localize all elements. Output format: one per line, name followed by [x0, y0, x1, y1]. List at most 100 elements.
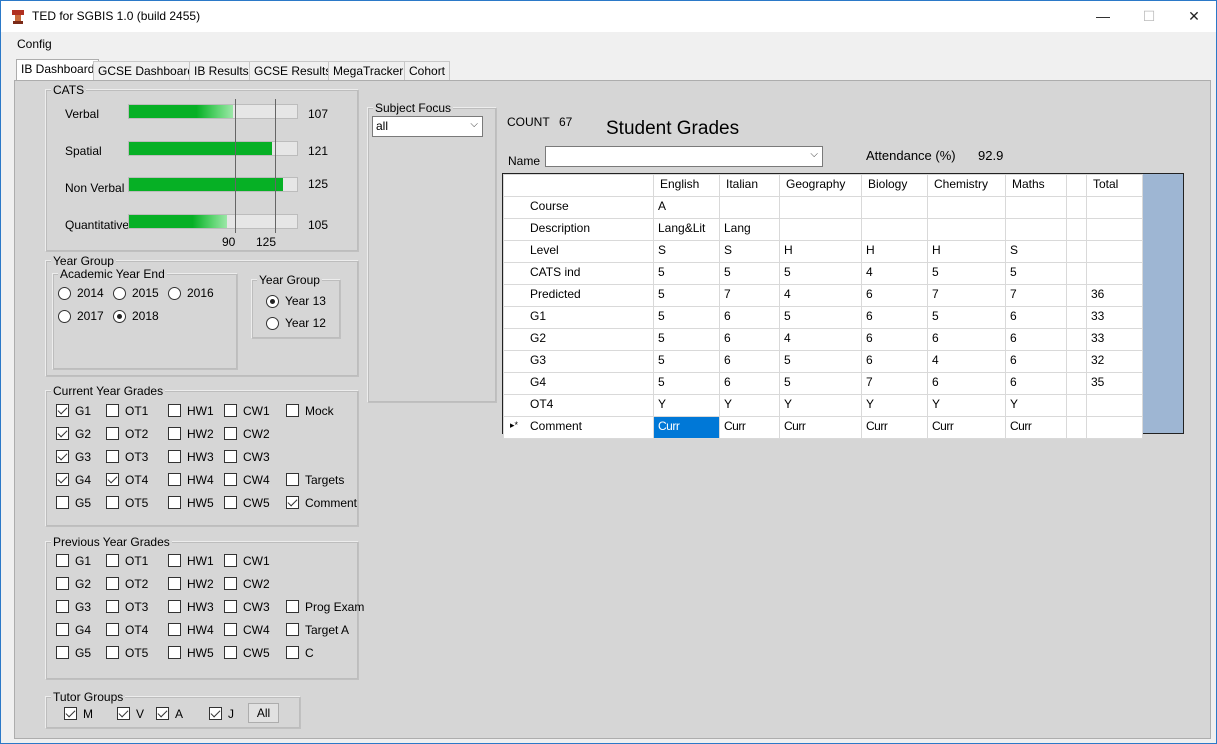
tutor-checkbox[interactable]: [117, 707, 130, 720]
grid-cell[interactable]: 32: [1086, 350, 1143, 373]
grid-cell[interactable]: 5: [719, 262, 780, 285]
grid-cell[interactable]: [1066, 394, 1087, 417]
grades-grid[interactable]: English Italian Geography Biology Chemistry M…: [503, 174, 1143, 439]
previous-grade-checkbox[interactable]: [106, 577, 119, 590]
previous-grade-checkbox[interactable]: [106, 623, 119, 636]
grid-cell[interactable]: 6: [861, 306, 928, 329]
table-row[interactable]: Course A: [503, 196, 1143, 219]
grid-cell[interactable]: 5: [779, 262, 862, 285]
current-grade-checkbox[interactable]: [106, 427, 119, 440]
current-grade-checkbox[interactable]: [56, 473, 69, 486]
table-row[interactable]: G3 5 6 5 6 4 6 32: [503, 350, 1143, 373]
previous-grade-checkbox[interactable]: [106, 646, 119, 659]
grid-cell[interactable]: H: [927, 240, 1006, 263]
table-row[interactable]: G4 5 6 5 7 6 6 35: [503, 372, 1143, 395]
grid-row-header-cell[interactable]: Level: [503, 240, 654, 263]
grid-cell[interactable]: [1086, 240, 1143, 263]
grid-cell[interactable]: Y: [779, 394, 862, 417]
grid-cell[interactable]: 36: [1086, 284, 1143, 307]
grid-cell[interactable]: Y: [719, 394, 780, 417]
grid-cell[interactable]: 5: [653, 262, 720, 285]
grid-row-header-cell[interactable]: G1: [503, 306, 654, 329]
grid-cell[interactable]: 7: [927, 284, 1006, 307]
grid-cell[interactable]: Y: [927, 394, 1006, 417]
year-radio[interactable]: [168, 287, 181, 300]
grid-cell[interactable]: 6: [719, 350, 780, 373]
previous-grade-checkbox[interactable]: [168, 600, 181, 613]
year-radio[interactable]: [113, 287, 126, 300]
title-bar[interactable]: TED for SGBIS 1.0 (build 2455) — ☐ ✕: [1, 1, 1216, 32]
current-grade-checkbox[interactable]: [224, 427, 237, 440]
grid-cell[interactable]: [927, 196, 1006, 219]
current-grade-checkbox[interactable]: [56, 496, 69, 509]
current-grade-checkbox[interactable]: [56, 450, 69, 463]
current-grade-checkbox[interactable]: [168, 450, 181, 463]
grid-cell[interactable]: 4: [927, 350, 1006, 373]
grid-cell[interactable]: H: [861, 240, 928, 263]
grid-cell[interactable]: Y: [653, 394, 720, 417]
grid-row-header-cell[interactable]: Course: [503, 196, 654, 219]
grid-cell[interactable]: 5: [927, 306, 1006, 329]
previous-grade-checkbox[interactable]: [56, 623, 69, 636]
current-grade-checkbox[interactable]: [56, 427, 69, 440]
table-row[interactable]: ▸* Comment Curr Curr Curr Curr Curr Curr: [503, 416, 1143, 439]
previous-grade-checkbox[interactable]: [286, 623, 299, 636]
grid-cell[interactable]: [1066, 196, 1087, 219]
current-grade-checkbox[interactable]: [106, 450, 119, 463]
grid-cell[interactable]: 5: [653, 306, 720, 329]
current-grade-checkbox[interactable]: [168, 404, 181, 417]
grid-row-header-cell[interactable]: Description: [503, 218, 654, 241]
grid-cell[interactable]: Y: [861, 394, 928, 417]
grid-cell[interactable]: 6: [719, 306, 780, 329]
grid-cell[interactable]: 5: [927, 262, 1006, 285]
table-row[interactable]: G2 5 6 4 6 6 6 33: [503, 328, 1143, 351]
grid-column-header[interactable]: Biology: [861, 174, 928, 197]
previous-grade-checkbox[interactable]: [286, 600, 299, 613]
grid-column-header[interactable]: English: [653, 174, 720, 197]
menu-config[interactable]: Config: [17, 37, 52, 51]
grid-cell[interactable]: 6: [861, 328, 928, 351]
grid-column-header[interactable]: Italian: [719, 174, 780, 197]
grid-cell[interactable]: 5: [1005, 262, 1067, 285]
grid-column-header[interactable]: Chemistry: [927, 174, 1006, 197]
previous-grade-checkbox[interactable]: [56, 646, 69, 659]
grid-cell[interactable]: [1066, 350, 1087, 373]
maximize-button[interactable]: ☐: [1126, 1, 1172, 31]
grid-cell[interactable]: 6: [1005, 306, 1067, 329]
grid-cell[interactable]: Curr: [927, 416, 1006, 439]
current-grade-checkbox[interactable]: [286, 496, 299, 509]
grid-cell[interactable]: 6: [861, 284, 928, 307]
current-grade-checkbox[interactable]: [168, 473, 181, 486]
previous-grade-checkbox[interactable]: [224, 554, 237, 567]
tab-ib-dashboard[interactable]: IB Dashboard: [16, 59, 100, 81]
year-level-radio[interactable]: [266, 295, 279, 308]
grid-cell[interactable]: 5: [653, 372, 720, 395]
current-grade-checkbox[interactable]: [286, 404, 299, 417]
grid-cell[interactable]: 35: [1086, 372, 1143, 395]
grid-cell[interactable]: S: [719, 240, 780, 263]
subject-focus-select[interactable]: all ⌵: [372, 116, 483, 137]
tab-cohort[interactable]: Cohort: [404, 61, 451, 80]
all-tutor-button[interactable]: All: [248, 703, 279, 723]
grid-cell[interactable]: 6: [927, 328, 1006, 351]
grid-row-header-cell[interactable]: CATS ind: [503, 262, 654, 285]
grid-cell[interactable]: 5: [653, 328, 720, 351]
grid-cell[interactable]: [927, 218, 1006, 241]
current-grade-checkbox[interactable]: [168, 496, 181, 509]
grid-cell[interactable]: [1066, 416, 1087, 439]
table-row[interactable]: CATS ind 5 5 5 4 5 5: [503, 262, 1143, 285]
grid-cell[interactable]: [1086, 262, 1143, 285]
previous-grade-checkbox[interactable]: [286, 646, 299, 659]
grid-cell[interactable]: S: [653, 240, 720, 263]
tutor-checkbox[interactable]: [64, 707, 77, 720]
grid-cell[interactable]: 5: [653, 350, 720, 373]
grid-cell[interactable]: [1066, 240, 1087, 263]
grid-cell[interactable]: 7: [719, 284, 780, 307]
table-row[interactable]: Level S S H H H S: [503, 240, 1143, 263]
minimize-button[interactable]: —: [1080, 1, 1126, 31]
year-radio[interactable]: [58, 287, 71, 300]
grid-cell[interactable]: 5: [779, 306, 862, 329]
year-level-radio[interactable]: [266, 317, 279, 330]
tutor-checkbox[interactable]: [156, 707, 169, 720]
grid-cell[interactable]: 7: [861, 372, 928, 395]
